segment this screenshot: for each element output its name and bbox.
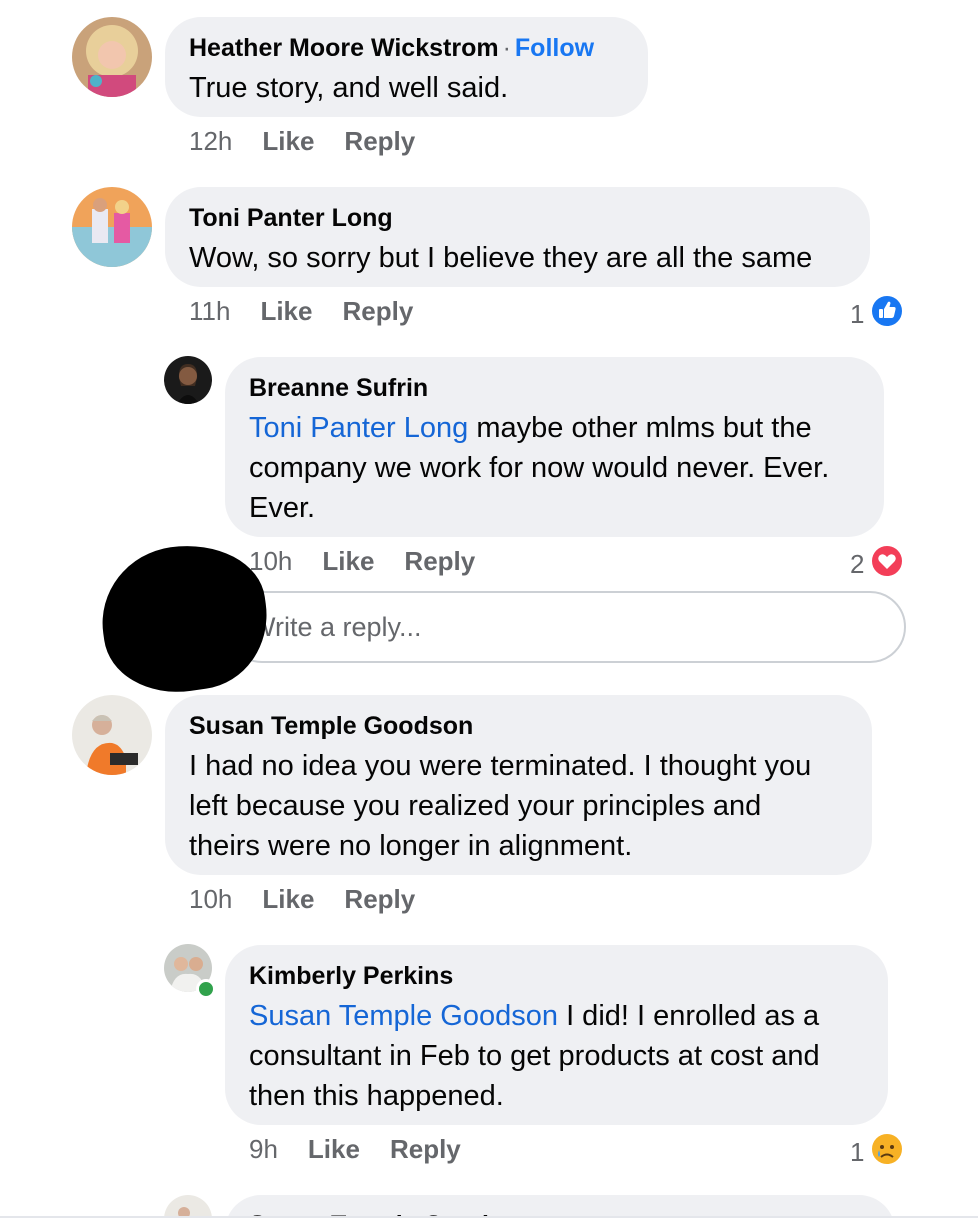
comment-time[interactable]: 11h (189, 296, 230, 326)
comment-time[interactable]: 12h (189, 126, 232, 156)
comment-text-heather: True story, and well said. (189, 72, 509, 104)
comment-text-susan: I had no idea you were terminated. I tho… (189, 750, 812, 862)
comment-author-kimberly[interactable]: Kimberly Perkins (249, 961, 453, 991)
love-icon (870, 544, 905, 585)
like-button[interactable]: Like (262, 884, 314, 914)
comment-meta-susan: 10h Like Reply (189, 884, 445, 914)
reply-button[interactable]: Reply (344, 884, 415, 914)
comment-author-toni[interactable]: Toni Panter Long (189, 203, 393, 233)
comment-meta-heather: 12h Like Reply (189, 126, 445, 156)
like-button[interactable]: Like (262, 126, 314, 156)
reaction-count: 1 (850, 1137, 865, 1167)
avatar-heather[interactable] (72, 17, 152, 97)
comment-author-susan[interactable]: Susan Temple Goodson (189, 711, 473, 741)
reaction-summary-breanne[interactable]: 2 (850, 544, 905, 585)
separator-dot: · (502, 34, 511, 62)
like-button[interactable]: Like (260, 296, 312, 326)
reaction-summary-toni[interactable]: 1 (850, 294, 905, 335)
bottom-edge (0, 1216, 978, 1231)
like-button[interactable]: Like (322, 546, 374, 576)
comment-meta-breanne: 10h Like Reply (249, 546, 505, 576)
follow-button[interactable]: Follow (515, 34, 594, 62)
reply-button[interactable]: Reply (344, 126, 415, 156)
avatar-breanne[interactable] (164, 356, 212, 404)
sad-icon (870, 1132, 905, 1173)
reply-button[interactable]: Reply (342, 296, 413, 326)
comment-time[interactable]: 10h (249, 546, 292, 576)
mention-link[interactable]: Toni Panter Long (249, 412, 468, 444)
comment-meta-toni: 11h Like Reply (189, 296, 443, 326)
comment-time[interactable]: 10h (189, 884, 232, 914)
avatar-toni[interactable] (72, 187, 152, 267)
reply-button[interactable]: Reply (390, 1134, 461, 1164)
reaction-summary-kimberly[interactable]: 1 (850, 1132, 905, 1173)
reaction-count: 2 (850, 549, 865, 579)
like-icon (870, 294, 905, 335)
reply-button[interactable]: Reply (404, 546, 475, 576)
comment-meta-kimberly: 9h Like Reply (249, 1134, 491, 1164)
reaction-count: 1 (850, 299, 865, 329)
comment-text-kimberly: Susan Temple Goodson I did! I enrolled a… (249, 1000, 820, 1112)
reply-input[interactable]: Write a reply... (226, 591, 906, 663)
comments-thread: Heather Moore Wickstrom · Follow True stor… (0, 0, 978, 1231)
online-status-dot (196, 979, 216, 999)
comment-text-breanne: Toni Panter Long maybe other mlms but th… (249, 412, 830, 524)
comment-author-breanne[interactable]: Breanne Sufrin (249, 373, 428, 403)
comment-text-toni: Wow, so sorry but I believe they are all… (189, 242, 813, 274)
comment-author-heather[interactable]: Heather Moore Wickstrom · Follow (189, 33, 594, 63)
avatar-susan[interactable] (72, 695, 152, 775)
mention-link[interactable]: Susan Temple Goodson (249, 1000, 558, 1032)
comment-time[interactable]: 9h (249, 1134, 278, 1164)
like-button[interactable]: Like (308, 1134, 360, 1164)
